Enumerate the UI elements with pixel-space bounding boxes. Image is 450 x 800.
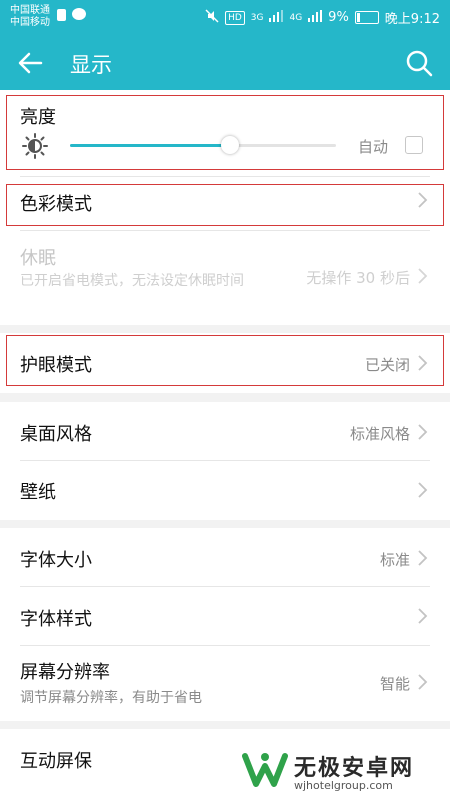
watermark-title: 无极安卓网 xyxy=(294,756,415,781)
font-size-value: 标准 xyxy=(379,551,410,569)
highlight-brightness xyxy=(6,95,444,170)
resolution-value: 智能 xyxy=(379,675,410,693)
chevron-right-icon xyxy=(416,672,430,692)
font-style-label: 字体样式 xyxy=(20,609,92,630)
resolution-label: 屏幕分辨率 xyxy=(20,662,110,683)
chevron-right-icon xyxy=(416,480,430,500)
signal-1-label: 3G xyxy=(250,12,264,23)
sleep-desc: 已开启省电模式，无法设定休眠时间 xyxy=(20,273,244,289)
divider xyxy=(20,176,430,177)
divider xyxy=(20,460,430,461)
divider xyxy=(20,645,430,646)
screensaver-label: 互动屏保 xyxy=(20,751,92,772)
battery-icon xyxy=(354,11,379,24)
font-size-label: 字体大小 xyxy=(20,550,92,571)
message-icon xyxy=(72,8,86,20)
chevron-right-icon xyxy=(416,606,430,626)
battery-percent: 9% xyxy=(328,10,349,25)
back-arrow-icon[interactable] xyxy=(16,48,46,78)
carrier-info: 中国联通 中国移动 xyxy=(10,5,50,29)
sleep-value: 无操作 30 秒后 xyxy=(306,269,410,287)
search-icon[interactable] xyxy=(404,48,434,78)
carrier-2: 中国移动 xyxy=(10,17,50,28)
carrier-1: 中国联通 xyxy=(10,5,50,16)
desktop-style-value: 标准风格 xyxy=(349,425,410,443)
signal-2-icon xyxy=(308,9,323,26)
divider xyxy=(20,230,430,231)
watermark-logo-icon xyxy=(242,750,288,790)
watermark-url: wjhotelgroup.com xyxy=(294,779,393,792)
watermark: 无极安卓网 wjhotelgroup.com xyxy=(242,748,442,796)
status-bar: 中国联通 中国移动 HD 3G 4G 9% 晚上9:12 xyxy=(0,0,450,36)
hd-icon: HD xyxy=(225,10,245,25)
mute-icon xyxy=(205,8,219,27)
signal-2-label: 4G xyxy=(289,12,303,23)
chevron-right-icon xyxy=(416,548,430,568)
desktop-style-label: 桌面风格 xyxy=(20,424,92,445)
highlight-eye-comfort xyxy=(6,335,444,386)
highlight-color-mode xyxy=(6,184,444,226)
chevron-right-icon xyxy=(416,266,430,286)
sleep-label: 休眠 xyxy=(20,248,56,269)
status-right: HD 3G 4G 9% 晚上9:12 xyxy=(205,8,440,27)
divider xyxy=(20,586,430,587)
wallpaper-label: 壁纸 xyxy=(20,482,56,503)
signal-1-icon xyxy=(269,9,284,26)
resolution-desc: 调节屏幕分辨率，有助于省电 xyxy=(20,690,202,706)
chevron-right-icon xyxy=(416,422,430,442)
sim-icon xyxy=(57,9,66,21)
page-title: 显示 xyxy=(70,53,112,77)
app-bar: 显示 xyxy=(0,36,450,90)
clock: 晚上9:12 xyxy=(384,12,440,27)
